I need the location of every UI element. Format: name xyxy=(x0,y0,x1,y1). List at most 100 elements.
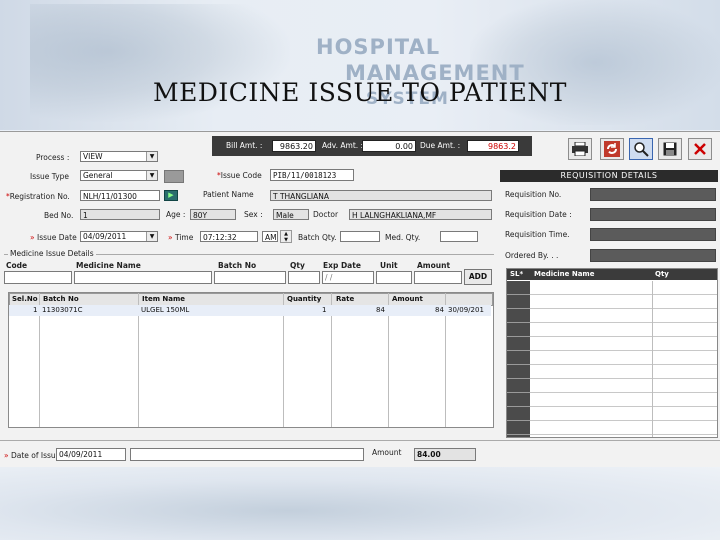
issue-code-input[interactable]: PIB/11/0018123 xyxy=(270,169,354,181)
slide-title: MEDICINE ISSUE TO PATIENT xyxy=(153,78,567,107)
issue-type-value: General xyxy=(83,171,113,180)
grid-header-item-name: Item Name xyxy=(142,295,186,303)
close-icon xyxy=(693,143,707,160)
entry-header-amount: Amount xyxy=(417,261,451,270)
patient-name-label: Patient Name xyxy=(203,190,254,199)
requisition-time-field xyxy=(590,228,716,241)
code-input[interactable] xyxy=(4,271,72,284)
grid-col-divider xyxy=(652,281,653,437)
requisition-row-selector xyxy=(507,281,530,438)
unit-input[interactable] xyxy=(376,271,412,284)
issue-type-select[interactable]: General ▼ xyxy=(80,170,158,181)
row-item: ULGEL 150ML xyxy=(141,306,190,314)
chevron-down-icon: ▼ xyxy=(146,171,157,180)
requisition-grid: SL* Medicine Name Qty xyxy=(506,268,718,438)
due-amount-value: 9863.2 xyxy=(467,140,519,152)
save-icon xyxy=(663,142,677,160)
print-button[interactable] xyxy=(568,138,592,160)
requisition-grid-body xyxy=(530,281,717,437)
batch-qty-input[interactable] xyxy=(340,231,380,242)
amount-total-field: 84.00 xyxy=(414,448,476,461)
sex-field: Male xyxy=(273,209,309,220)
ordered-by-label: Ordered By. . . xyxy=(505,251,559,260)
issue-type-label: Issue Type xyxy=(30,172,70,181)
brand-line-1: HOSPITAL xyxy=(316,35,441,59)
doctor-field: H LALNGHAKLIANA,MF xyxy=(349,209,492,220)
ampm-input[interactable]: AM xyxy=(262,231,278,242)
bill-amount-value: 9863.20 xyxy=(272,140,316,152)
grid-header-rate: Rate xyxy=(336,295,355,303)
med-qty-input[interactable] xyxy=(440,231,478,242)
age-field: 80Y xyxy=(190,209,236,220)
footer-background xyxy=(0,467,720,540)
search-button[interactable] xyxy=(629,138,653,160)
amount-label: Amount xyxy=(372,448,402,457)
due-amount-label: Due Amt. : xyxy=(420,141,461,150)
batch-no-input[interactable] xyxy=(214,271,286,284)
row-amount: 84 xyxy=(435,306,444,314)
close-button[interactable] xyxy=(688,138,712,160)
issue-type-swatch xyxy=(164,170,184,183)
entry-header-medicine: Medicine Name xyxy=(76,261,141,270)
grid-header-sel-no: Sel.No xyxy=(12,295,38,303)
amount-input[interactable] xyxy=(414,271,462,284)
medicine-issue-group-label: Medicine Issue Details xyxy=(8,249,96,258)
sex-label: Sex : xyxy=(244,210,263,219)
req-header-qty: Qty xyxy=(655,270,669,278)
table-row[interactable]: 1 11303071C ULGEL 150ML 1 84 84 30/09/20… xyxy=(9,305,491,316)
refresh-button[interactable] xyxy=(600,138,624,160)
requisition-no-label: Requisition No. xyxy=(505,190,562,199)
issue-date-label: » Issue Date xyxy=(30,233,77,242)
req-header-sl: SL* xyxy=(510,270,524,278)
requisition-no-field xyxy=(590,188,716,201)
qty-input[interactable] xyxy=(288,271,320,284)
requisition-details-header: REQUISITION DETAILS xyxy=(500,170,718,182)
entry-header-code: Code xyxy=(6,261,28,270)
entry-header-qty: Qty xyxy=(290,261,305,270)
add-button[interactable]: ADD xyxy=(464,269,492,285)
time-input[interactable]: 07:12:32 xyxy=(200,231,258,242)
row-rate: 84 xyxy=(376,306,385,314)
issue-grid: Sel.No Batch No Item Name Quantity Rate … xyxy=(8,292,494,428)
medicine-name-input[interactable] xyxy=(74,271,212,284)
process-select[interactable]: VIEW ▼ xyxy=(80,151,158,162)
row-sel: 1 xyxy=(33,306,38,314)
adv-amount-label: Adv. Amt. : xyxy=(322,141,364,150)
entry-header-batch: Batch No xyxy=(218,261,257,270)
registration-no-input[interactable]: NLH/11/01300 xyxy=(80,190,160,201)
save-button[interactable] xyxy=(658,138,682,160)
med-qty-label: Med. Qty. xyxy=(385,233,421,242)
play-icon: ▶ xyxy=(168,191,174,199)
search-icon xyxy=(633,142,649,161)
exp-date-input[interactable]: / / xyxy=(322,271,374,284)
registration-go-button[interactable]: ▶ xyxy=(164,190,178,201)
date-of-issue-field[interactable]: 04/09/2011 xyxy=(56,448,126,461)
chevron-down-icon: ▼ xyxy=(146,152,157,161)
printer-icon xyxy=(572,141,588,160)
row-exp: 30/09/201 xyxy=(448,306,484,314)
patient-name-field: T THANGLIANA xyxy=(270,190,492,201)
requisition-date-field xyxy=(590,208,716,221)
process-label: Process : xyxy=(36,153,70,162)
bed-no-label: Bed No. xyxy=(44,211,74,220)
divider xyxy=(0,440,720,442)
row-batch: 11303071C xyxy=(42,306,83,314)
amount-bar: Bill Amt. : 9863.20 Adv. Amt. : 0.00 Due… xyxy=(212,136,532,156)
adv-amount-value: 0.00 xyxy=(362,140,416,152)
remarks-field[interactable] xyxy=(130,448,364,461)
refresh-icon xyxy=(604,141,620,161)
doctor-label: Doctor xyxy=(313,210,339,219)
requisition-grid-header: SL* Medicine Name Qty xyxy=(507,269,717,280)
bed-no-field: 1 xyxy=(80,209,160,220)
batch-qty-label: Batch Qty. xyxy=(298,233,337,242)
time-spinner[interactable]: ▲ ▼ xyxy=(280,230,292,243)
row-qty: 1 xyxy=(322,306,327,314)
issue-date-picker[interactable]: 04/09/2011 ▼ xyxy=(80,231,158,242)
requisition-time-label: Requisition Time. xyxy=(505,230,570,239)
grid-header-batch-no: Batch No xyxy=(43,295,79,303)
req-header-medicine: Medicine Name xyxy=(534,270,595,278)
banner: HOSPITAL MANAGEMENT SYSTEM xyxy=(0,0,720,130)
entry-header-unit: Unit xyxy=(380,261,398,270)
issue-code-label: *Issue Code xyxy=(217,171,262,180)
registration-no-label: *Registration No. xyxy=(6,192,70,201)
